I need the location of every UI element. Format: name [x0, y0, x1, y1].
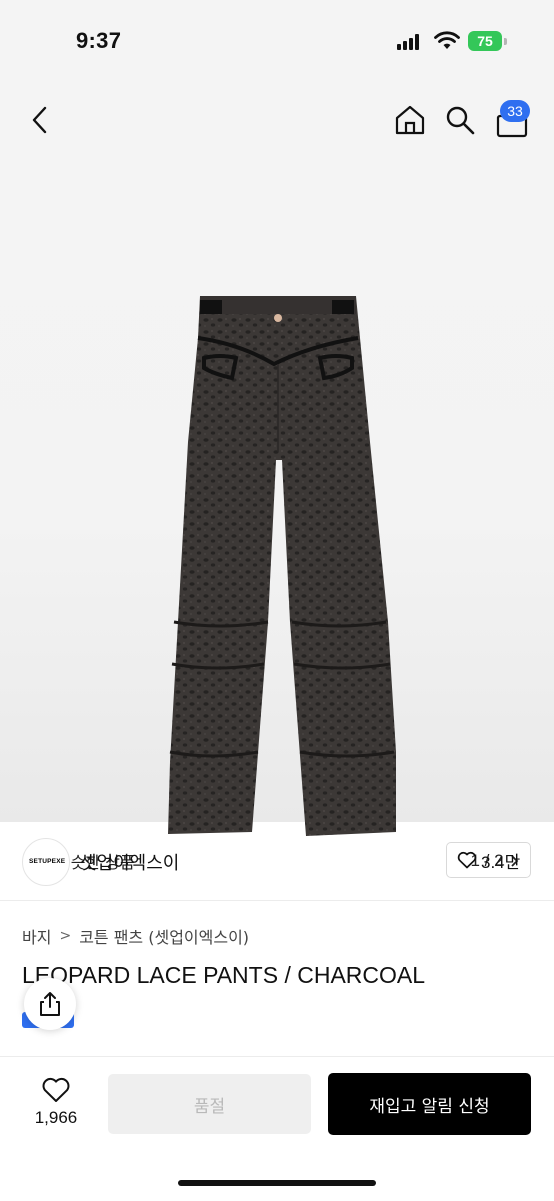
back-icon[interactable]: [24, 104, 56, 136]
brand-like-count: 3.4만: [481, 852, 521, 872]
brand-like-button[interactable]: 3.4만: [446, 842, 532, 878]
breadcrumb-item[interactable]: 코튼 팬츠 (셋업이엑스이): [79, 924, 249, 948]
heart-icon: [457, 851, 477, 869]
restock-alert-button[interactable]: 재입고 알림 신청: [328, 1073, 531, 1135]
cellular-signal-icon: [397, 34, 421, 50]
brand-logo-text: SETUPEXE: [29, 858, 66, 865]
brand-name[interactable]: 셋업이엑스이: [80, 849, 179, 875]
brand-logo[interactable]: SETUPEXE: [22, 838, 70, 886]
cart-count-badge: 33: [500, 100, 530, 122]
product-title: LEOPARD LACE PANTS / CHARCOAL: [22, 962, 426, 988]
product-image-gallery[interactable]: 비슷한 상품 1 / 2: [0, 80, 554, 878]
share-button[interactable]: [24, 978, 76, 1030]
wishlist-button[interactable]: 1,966: [26, 1074, 86, 1138]
home-indicator[interactable]: [178, 1180, 376, 1186]
breadcrumb-separator-icon: >: [59, 928, 72, 944]
battery-indicator: 75: [468, 31, 502, 51]
product-image: [168, 296, 396, 836]
status-time: 9:37: [76, 28, 122, 53]
brand-row[interactable]: SETUPEXE 셋업이엑스이 3.4만: [0, 822, 554, 901]
wifi-icon: [434, 31, 460, 49]
breadcrumb: 바지 > 코튼 팬츠 (셋업이엑스이): [22, 924, 249, 948]
heart-icon: [42, 1077, 70, 1102]
status-bar: 9:37 75: [0, 0, 554, 80]
search-icon[interactable]: [444, 104, 476, 136]
share-icon: [40, 992, 60, 1016]
wishlist-count: 1,966: [34, 1108, 78, 1127]
home-icon[interactable]: [394, 104, 426, 136]
soldout-button: 품절: [108, 1074, 311, 1134]
breadcrumb-item[interactable]: 바지: [22, 924, 51, 948]
battery-tip: [504, 38, 507, 45]
